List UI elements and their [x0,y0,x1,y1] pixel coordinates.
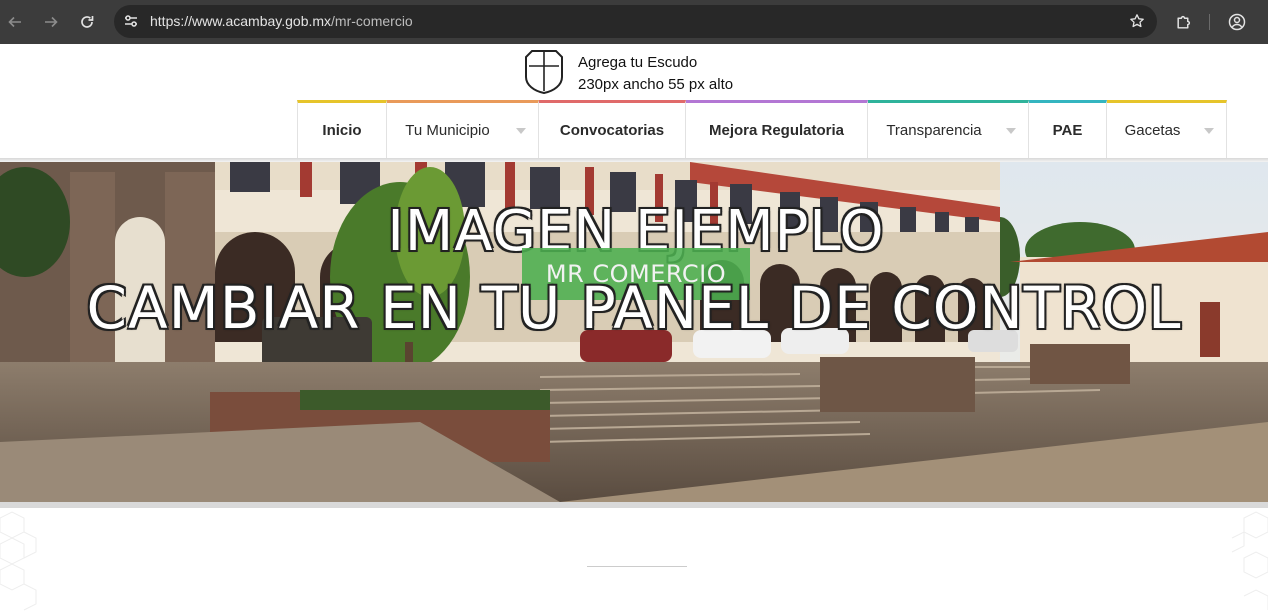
shield-icon[interactable] [524,49,564,95]
web-page: Agrega tu Escudo 230px ancho 55 px alto … [0,44,1268,612]
decorative-pattern-right [1231,511,1268,610]
escudo-placeholder-text: Agrega tu Escudo 230px ancho 55 px alto [578,52,733,96]
site-info-button[interactable] [120,10,142,32]
bookmark-button[interactable] [1127,11,1147,31]
hero-bottom-border [0,502,1268,508]
decorative-pattern-left [0,511,37,611]
profile-button[interactable] [1226,11,1248,33]
escudo-line-2: 230px ancho 55 px alto [578,76,734,93]
account-icon [1228,13,1246,31]
menu-item-transparencia[interactable]: Transparencia [868,100,1029,158]
menu-item-label: Tu Municipio [405,122,490,139]
url-host: https://www.acambay.gob.mx [150,13,332,29]
url-path: /mr-comercio [331,13,413,29]
menu-item-convocatorias[interactable]: Convocatorias [539,100,686,158]
section-divider [587,566,687,567]
reload-button[interactable] [76,11,98,33]
forward-button[interactable] [40,11,62,33]
hero-banner: IMAGEN EJEMPLO MR COMERCIO CAMBIAR EN TU… [0,162,1268,502]
chevron-down-icon [1006,128,1016,134]
menu-item-inicio[interactable]: Inicio [297,100,387,158]
toolbar-separator [1209,14,1210,30]
menu-item-tu-municipio[interactable]: Tu Municipio [387,100,539,158]
reload-icon [81,16,94,28]
menu-item-label: Gacetas [1124,122,1181,139]
chevron-down-icon [1204,128,1214,134]
address-bar[interactable]: https://www.acambay.gob.mx/mr-comercio [114,5,1157,38]
menu-item-mejora-regulatoria[interactable]: Mejora Regulatoria [686,100,868,158]
browser-toolbar: https://www.acambay.gob.mx/mr-comercio [0,0,1268,44]
arrow-left-icon [8,16,21,28]
url-text[interactable]: https://www.acambay.gob.mx/mr-comercio [150,13,413,29]
menu-item-label: Mejora Regulatoria [708,122,845,139]
extensions-button[interactable] [1172,11,1194,33]
hero-line-2: CAMBIAR EN TU PANEL DE CONTROL [86,274,1182,342]
menu-item-label: Inicio [322,122,362,139]
star-icon [1130,14,1144,28]
tune-icon [125,15,137,27]
escudo-line-1: Agrega tu Escudo [578,54,698,71]
puzzle-icon [1176,15,1190,29]
back-button[interactable] [4,11,26,33]
main-menu: Inicio Tu Municipio Convocatorias Mejora… [297,100,1227,158]
menu-item-label: PAE [1052,122,1083,139]
menu-item-label: Convocatorias [559,122,665,139]
menu-item-gacetas[interactable]: Gacetas [1107,100,1227,158]
chevron-down-icon [516,128,526,134]
arrow-right-icon [45,16,58,28]
menu-item-label: Transparencia [886,122,982,139]
menu-item-pae[interactable]: PAE [1029,100,1107,158]
